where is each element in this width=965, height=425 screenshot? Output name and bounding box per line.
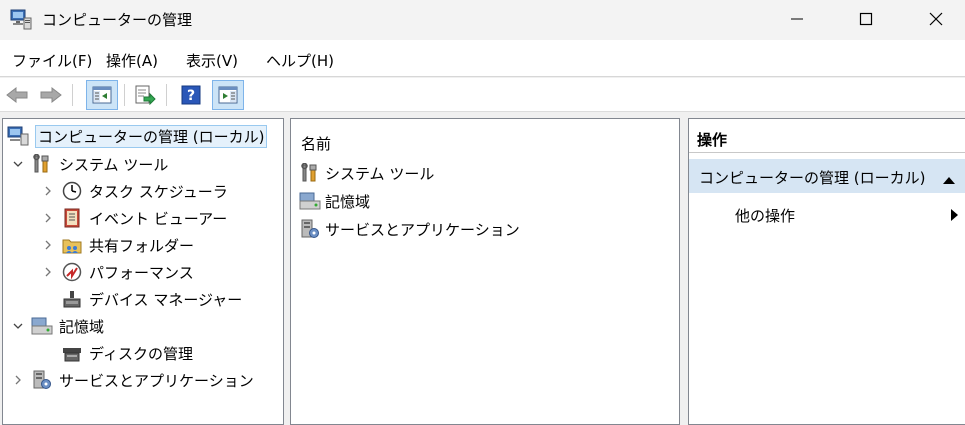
actions-section-computer-management[interactable]: コンピューターの管理 (ローカル) xyxy=(689,159,965,193)
chevron-right-icon[interactable] xyxy=(11,373,25,387)
show-hide-console-tree-icon xyxy=(92,86,112,104)
performance-icon xyxy=(61,261,83,283)
help-icon: ? xyxy=(181,85,201,105)
tree-item-label: 共有フォルダー xyxy=(89,236,195,255)
toolbar-separator xyxy=(124,84,125,106)
chevron-right-icon[interactable] xyxy=(41,265,55,279)
list-item-label: サービスとアプリケーション xyxy=(325,220,520,239)
list-item-services-applications[interactable]: サービスとアプリケーション xyxy=(299,216,520,242)
chevron-down-icon[interactable] xyxy=(11,319,25,333)
actions-item-label: 他の操作 xyxy=(735,207,796,225)
tree-item-storage[interactable]: 記憶域 xyxy=(11,313,104,339)
tree-item-performance[interactable]: パフォーマンス xyxy=(41,259,194,285)
maximize-button[interactable] xyxy=(843,0,889,38)
list-item-storage[interactable]: 記憶域 xyxy=(299,188,370,214)
tree-item-task-scheduler[interactable]: タスク スケジューラ xyxy=(41,178,228,204)
tree-item-event-viewer[interactable]: イベント ビューアー xyxy=(41,205,227,231)
chevron-down-icon[interactable] xyxy=(11,157,25,171)
tree-item-label: デバイス マネージャー xyxy=(89,290,243,309)
system-tools-icon xyxy=(299,162,321,184)
close-icon xyxy=(929,12,943,26)
tree-item-label: タスク スケジューラ xyxy=(89,182,228,201)
console-tree: コンピューターの管理 (ローカル) システム ツール タスク スケジューラ イベ… xyxy=(2,118,284,425)
computer-management-icon xyxy=(10,8,32,30)
list-item-label: システム ツール xyxy=(325,164,435,183)
window-title: コンピューターの管理 xyxy=(42,11,193,29)
close-button[interactable] xyxy=(913,0,959,38)
toolbar-separator xyxy=(166,84,167,106)
actions-item-more-actions[interactable]: 他の操作 xyxy=(689,199,965,229)
minimize-button[interactable] xyxy=(774,0,820,38)
computer-management-icon xyxy=(7,125,29,147)
back-button[interactable] xyxy=(4,82,30,108)
actions-header: 操作 xyxy=(689,119,965,153)
splitter-right[interactable] xyxy=(680,118,688,425)
device-manager-icon xyxy=(61,288,83,310)
title-bar: コンピューターの管理 xyxy=(0,0,965,40)
submenu-arrow-icon xyxy=(949,208,959,226)
show-hide-console-tree-button[interactable] xyxy=(86,80,118,110)
actions-section-label: コンピューターの管理 (ローカル) xyxy=(699,169,926,187)
menu-action[interactable]: 操作(A) xyxy=(106,50,158,71)
storage-icon xyxy=(299,190,321,212)
help-button[interactable]: ? xyxy=(178,82,204,108)
tree-item-label: ディスクの管理 xyxy=(89,344,193,363)
back-arrow-icon xyxy=(6,86,28,104)
export-list-button[interactable] xyxy=(132,82,158,108)
results-list: 名前 システム ツール 記憶域 サービスとアプリケーション xyxy=(290,118,680,425)
tree-item-disk-management[interactable]: ディスクの管理 xyxy=(61,340,193,366)
forward-arrow-icon xyxy=(40,86,62,104)
svg-text:?: ? xyxy=(187,88,195,104)
collapse-up-icon[interactable] xyxy=(942,171,956,189)
actions-title: 操作 xyxy=(697,131,728,149)
tree-item-device-manager[interactable]: デバイス マネージャー xyxy=(61,286,242,312)
tree-root-label: コンピューターの管理 (ローカル) xyxy=(35,124,268,148)
minimize-icon xyxy=(791,18,803,20)
toolbar-separator xyxy=(72,84,73,106)
services-icon xyxy=(31,369,53,391)
tree-item-label: システム ツール xyxy=(59,155,169,174)
chevron-right-icon[interactable] xyxy=(41,211,55,225)
list-item-system-tools[interactable]: システム ツール xyxy=(299,160,434,186)
menu-view[interactable]: 表示(V) xyxy=(186,50,238,71)
clock-icon xyxy=(61,180,83,202)
actions-pane: 操作 コンピューターの管理 (ローカル) 他の操作 xyxy=(688,118,965,425)
disk-management-icon xyxy=(61,342,83,364)
toolbar: ? xyxy=(0,78,965,112)
tree-item-services-applications[interactable]: サービスとアプリケーション xyxy=(11,367,254,393)
show-hide-action-pane-button[interactable] xyxy=(212,80,244,110)
storage-icon xyxy=(31,315,53,337)
column-header-name[interactable]: 名前 xyxy=(301,133,331,154)
chevron-right-icon[interactable] xyxy=(41,238,55,252)
tree-item-label: サービスとアプリケーション xyxy=(59,371,254,390)
shared-folder-icon xyxy=(61,234,83,256)
list-item-label: 記憶域 xyxy=(325,192,371,211)
services-icon xyxy=(299,218,321,240)
event-viewer-icon xyxy=(61,207,83,229)
tree-item-shared-folders[interactable]: 共有フォルダー xyxy=(41,232,194,258)
tree-root[interactable]: コンピューターの管理 (ローカル) xyxy=(7,123,268,149)
tree-item-label: パフォーマンス xyxy=(89,263,194,282)
tree-item-label: 記憶域 xyxy=(59,317,105,336)
tree-item-system-tools[interactable]: システム ツール xyxy=(11,151,168,177)
export-list-icon xyxy=(135,85,156,105)
system-tools-icon xyxy=(31,153,53,175)
menu-help[interactable]: ヘルプ(H) xyxy=(266,50,334,71)
menu-bar: ファイル(F) 操作(A) 表示(V) ヘルプ(H) xyxy=(0,40,965,77)
forward-button[interactable] xyxy=(38,82,64,108)
show-hide-action-pane-icon xyxy=(218,86,238,104)
chevron-right-icon[interactable] xyxy=(41,184,55,198)
maximize-icon xyxy=(859,12,873,26)
menu-file[interactable]: ファイル(F) xyxy=(12,50,92,71)
tree-item-label: イベント ビューアー xyxy=(89,209,228,228)
